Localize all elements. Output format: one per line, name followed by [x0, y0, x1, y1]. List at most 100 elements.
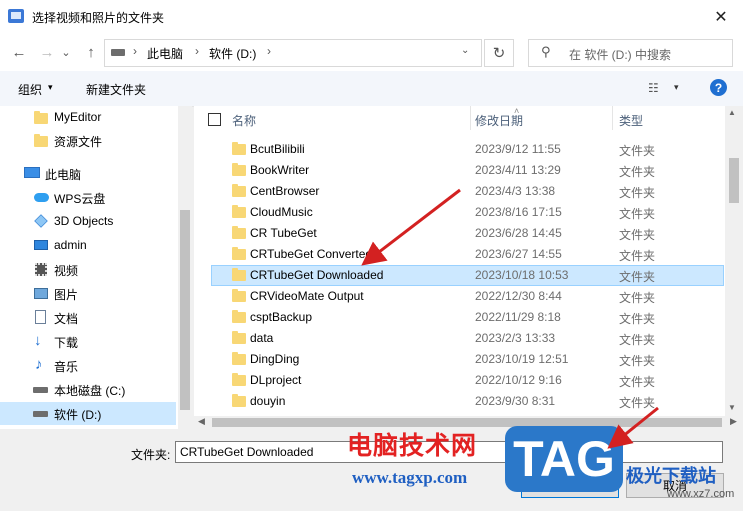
chevron-down-icon[interactable]: ▾: [674, 82, 679, 93]
file-list: 名称 ˄ 修改日期 类型 BcutBilibili 2023/9/12 11:5…: [194, 106, 743, 429]
sidebar-item-resources[interactable]: 资源文件: [0, 129, 176, 152]
sidebar-item-label: admin: [54, 238, 87, 252]
refresh-button[interactable]: ↻: [484, 39, 514, 67]
sidebar-item-admin[interactable]: admin: [0, 234, 176, 257]
sidebar-item-drive-d[interactable]: 软件 (D:): [0, 402, 176, 425]
list-item[interactable]: CloudMusic 2023/8/16 17:15 文件夹: [211, 202, 724, 223]
list-item[interactable]: CRVideoMate Output 2022/12/30 8:44 文件夹: [211, 286, 724, 307]
list-item[interactable]: csptBackup 2022/11/29 8:18 文件夹: [211, 307, 724, 328]
column-header-name[interactable]: 名称: [232, 112, 256, 129]
item-name: csptBackup: [250, 310, 313, 324]
sidebar-item-label: WPS云盘: [54, 192, 106, 206]
computer-icon: [24, 167, 40, 178]
navigation-bar: ← → ⌄ ↑ › 此电脑 › 软件 (D:) › ⌄ ↻ ⚲ 在 软件 (D:…: [0, 33, 743, 71]
back-button[interactable]: ←: [8, 41, 30, 63]
video-icon: [35, 263, 47, 276]
pictures-icon: [34, 288, 48, 299]
watermark-site-name: 电脑技术网: [347, 432, 478, 460]
up-arrow-icon: ↑: [87, 43, 95, 61]
sidebar-scrollbar-thumb[interactable]: [180, 210, 190, 410]
search-icon: ⚲: [541, 44, 551, 59]
sidebar-item-downloads[interactable]: ↓ 下载: [0, 330, 176, 353]
item-name: douyin: [250, 394, 286, 408]
address-bar[interactable]: › 此电脑 › 软件 (D:) › ⌄: [104, 39, 482, 67]
drive-d-icon: [33, 411, 48, 417]
folder-icon: [232, 373, 246, 386]
item-name: CRVideoMate Output: [250, 289, 364, 303]
folder-icon: [232, 163, 246, 176]
watermark-url: www.tagxp.com: [352, 468, 468, 487]
list-item[interactable]: CRTubeGet Converted 2023/6/27 14:55 文件夹: [211, 244, 724, 265]
sidebar-item-wps-cloud[interactable]: WPS云盘: [0, 186, 176, 209]
item-date: 2023/10/18 10:53: [475, 268, 569, 282]
recent-locations-button[interactable]: ⌄: [60, 41, 72, 63]
item-date: 2022/12/30 8:44: [475, 289, 562, 303]
sidebar-item-music[interactable]: ♪ 音乐: [0, 354, 176, 377]
item-name: DingDing: [250, 352, 300, 366]
forward-arrow-icon: →: [39, 43, 55, 61]
sidebar-item-label: 音乐: [54, 360, 79, 374]
list-item[interactable]: douyin 2023/9/30 8:31 文件夹: [211, 391, 724, 412]
chevron-down-icon[interactable]: ⌄: [461, 45, 469, 56]
column-header-type[interactable]: 类型: [619, 112, 643, 129]
breadcrumb-this-pc[interactable]: 此电脑: [147, 45, 183, 62]
folder-icon: [232, 331, 246, 344]
item-name: CloudMusic: [250, 205, 313, 219]
file-list-vertical-scrollbar[interactable]: [725, 106, 743, 416]
scroll-left-icon[interactable]: ◀: [198, 416, 205, 427]
list-item-selected[interactable]: CRTubeGet Downloaded 2023/10/18 10:53 文件…: [211, 265, 724, 286]
search-input[interactable]: ⚲ 在 软件 (D:) 中搜索: [528, 39, 733, 67]
folder-icon: [232, 310, 246, 323]
music-icon: ♪: [35, 356, 43, 373]
sidebar-item-label: 3D Objects: [54, 214, 114, 228]
drive-icon: [111, 49, 125, 56]
close-button[interactable]: ✕: [699, 0, 743, 33]
list-item[interactable]: BcutBilibili 2023/9/12 11:55 文件夹: [211, 139, 724, 160]
folder-icon: [232, 352, 246, 365]
up-button[interactable]: ↑: [80, 41, 102, 63]
item-date: 2023/6/28 14:45: [475, 226, 562, 240]
help-icon[interactable]: ?: [710, 79, 727, 96]
folder-icon: [232, 205, 246, 218]
sidebar-item-documents[interactable]: 文档: [0, 306, 176, 329]
list-item[interactable]: BookWriter 2023/4/11 13:29 文件夹: [211, 160, 724, 181]
view-options-icon[interactable]: ☷: [648, 81, 662, 95]
app-icon: [8, 9, 24, 23]
column-header-date[interactable]: 修改日期: [475, 112, 523, 129]
folder-icon: [232, 268, 246, 281]
select-all-checkbox[interactable]: [208, 113, 221, 126]
organize-button[interactable]: 组织: [18, 81, 42, 98]
scroll-up-icon[interactable]: ▲: [728, 108, 736, 117]
list-item[interactable]: CentBrowser 2023/4/3 13:38 文件夹: [211, 181, 724, 202]
list-item[interactable]: DLproject 2022/10/12 9:16 文件夹: [211, 370, 724, 391]
title-bar: 选择视频和照片的文件夹 ✕: [0, 0, 743, 33]
sidebar-item-videos[interactable]: 视频: [0, 258, 176, 281]
sidebar-item-drive-c[interactable]: 本地磁盘 (C:): [0, 378, 176, 401]
item-type: 文件夹: [619, 228, 656, 242]
scroll-down-icon[interactable]: ▼: [728, 403, 736, 412]
item-type: 文件夹: [619, 354, 656, 368]
sidebar-item-this-pc[interactable]: 此电脑: [0, 162, 176, 185]
item-name: CR TubeGet: [250, 226, 317, 240]
new-folder-button[interactable]: 新建文件夹: [86, 81, 146, 98]
folder-icon: [232, 289, 246, 302]
vertical-scrollbar-thumb[interactable]: [729, 158, 739, 203]
column-divider[interactable]: [612, 106, 613, 130]
sidebar-item-label: 本地磁盘 (C:): [54, 384, 126, 398]
column-divider[interactable]: [470, 106, 471, 130]
sidebar-item-3d-objects[interactable]: 3D Objects: [0, 210, 176, 233]
forward-button[interactable]: →: [36, 41, 58, 63]
sidebar-item-pictures[interactable]: 图片: [0, 282, 176, 305]
watermark-download-site: 极光下载站: [626, 466, 716, 486]
breadcrumb-drive-d[interactable]: 软件 (D:): [209, 45, 256, 62]
chevron-down-icon[interactable]: ▾: [48, 82, 53, 93]
sidebar-item-myeditor[interactable]: MyEditor: [0, 106, 176, 129]
download-icon: ↓: [34, 332, 42, 349]
item-type: 文件夹: [619, 333, 656, 347]
item-date: 2023/10/19 12:51: [475, 352, 569, 366]
list-item[interactable]: CR TubeGet 2023/6/28 14:45 文件夹: [211, 223, 724, 244]
list-item[interactable]: DingDing 2023/10/19 12:51 文件夹: [211, 349, 724, 370]
list-item[interactable]: data 2023/2/3 13:33 文件夹: [211, 328, 724, 349]
folder-icon: [232, 226, 246, 239]
scroll-right-icon[interactable]: ▶: [730, 416, 737, 427]
